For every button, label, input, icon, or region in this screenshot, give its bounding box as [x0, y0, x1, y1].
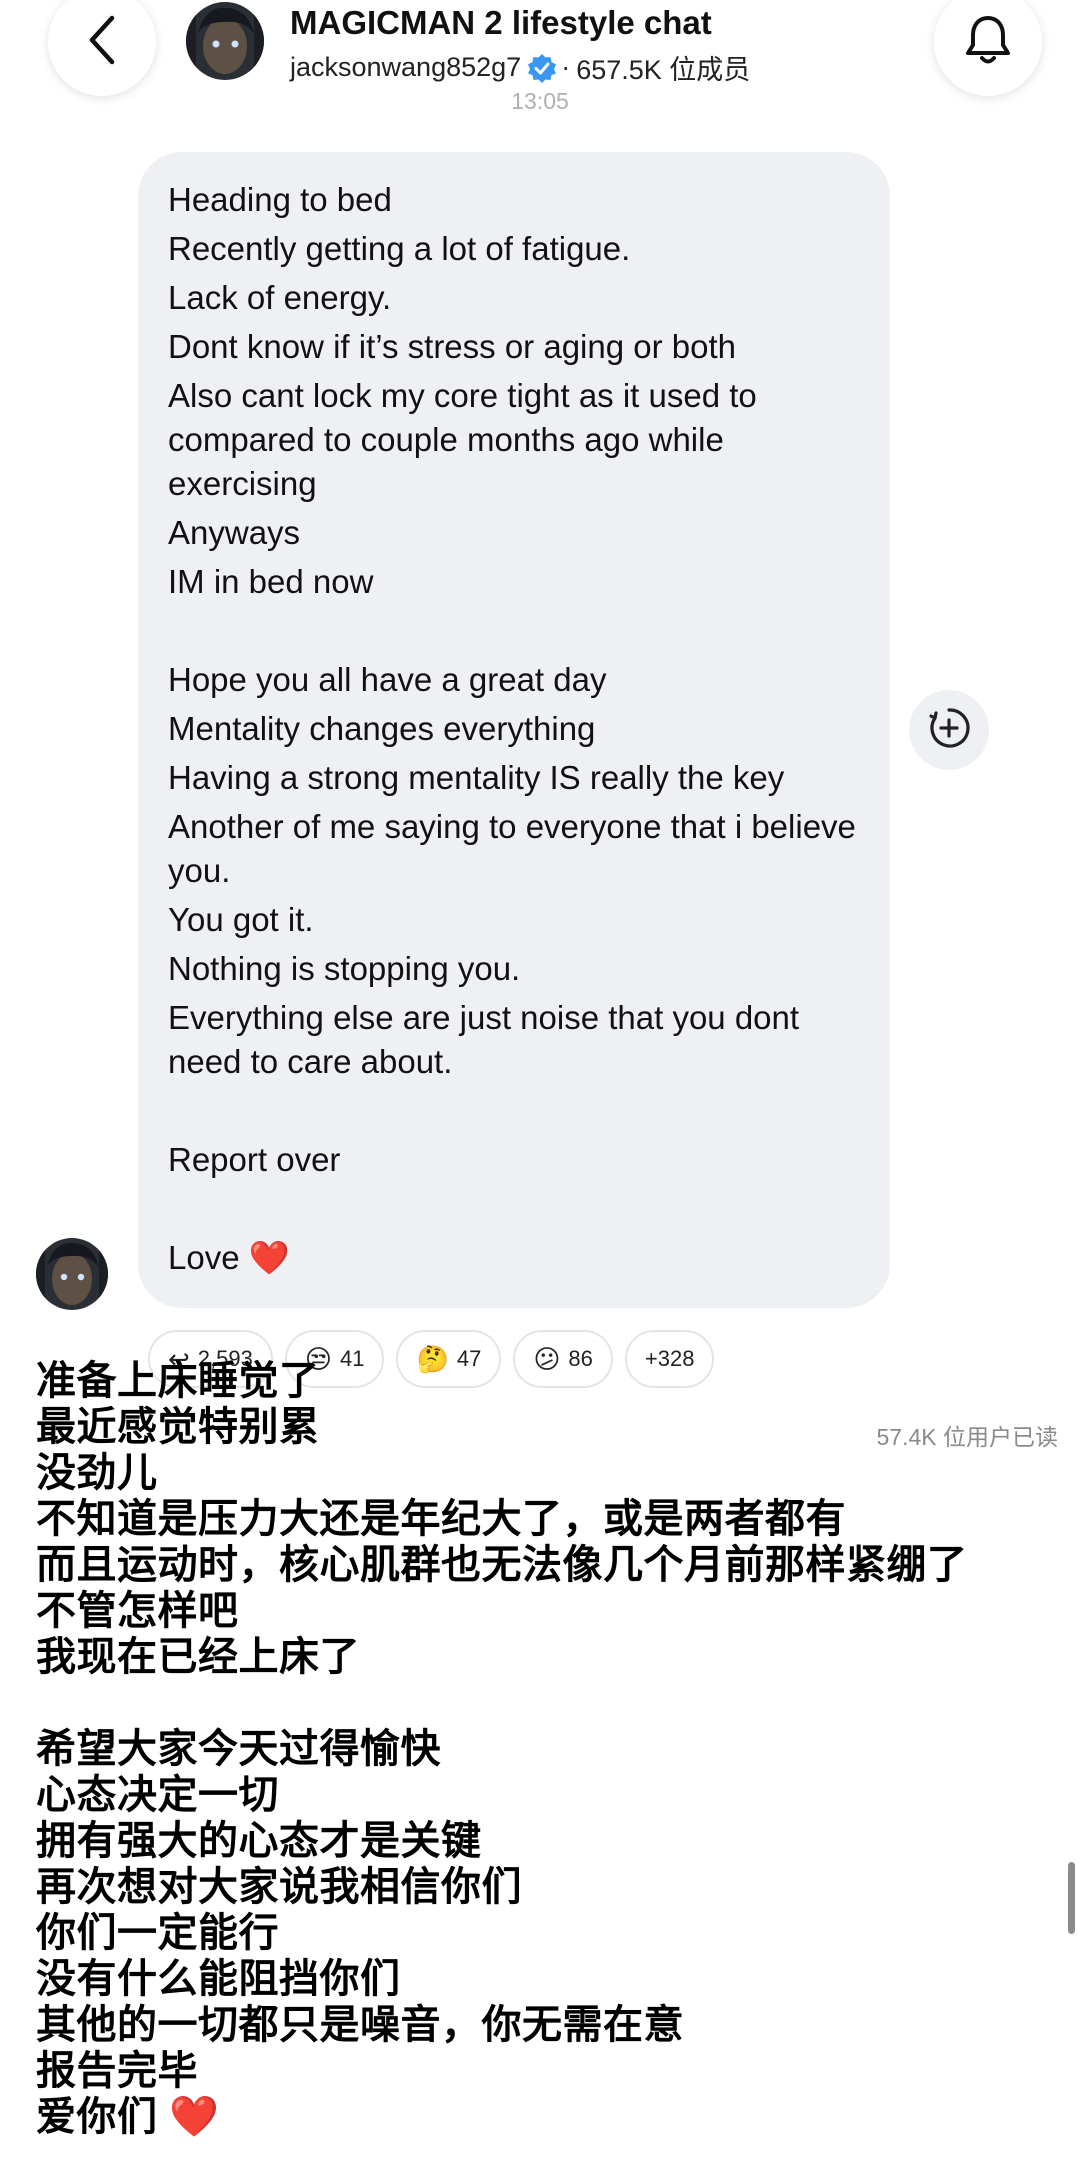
verified-badge-icon: [527, 53, 557, 83]
group-avatar[interactable]: [186, 2, 264, 80]
member-count: 657.5K 位成员: [576, 55, 751, 85]
translation-line: 再次想对大家说我相信你们: [36, 1865, 522, 1909]
translation-overlay: 准备上床睡觉了 最近感觉特别累 没劲儿 不知道是压力大还是年纪大了，或是两者都有 而且运…: [36, 1358, 1056, 2140]
message-line: Mentality changes everything: [168, 710, 596, 747]
message-line: Lack of energy.: [168, 279, 392, 316]
back-button[interactable]: [48, 0, 156, 96]
message-line: Recently getting a lot of fatigue.: [168, 230, 631, 267]
translation-line: 拥有强大的心态才是关键: [36, 1819, 482, 1863]
message-line: Anyways: [168, 514, 301, 551]
message-line: Dont know if it’s stress or aging or bot…: [168, 328, 736, 365]
translation-line: 而且运动时，核心肌群也无法像几个月前那样紧绷了: [36, 1543, 968, 1587]
sender-avatar[interactable]: [36, 1238, 108, 1310]
message-line: Heading to bed: [168, 181, 392, 218]
chat-title[interactable]: MAGICMAN 2 lifestyle chat: [290, 4, 712, 42]
message-timestamp: 13:05: [511, 88, 569, 114]
chevron-left-icon: [82, 12, 122, 73]
translation-line: 没有什么能阻挡你们: [36, 1957, 401, 2001]
message-line: Report over: [168, 1141, 341, 1178]
message-line: Hope you all have a great day: [168, 661, 607, 698]
chat-subtitle: jacksonwang852g7 · 657.5K 位成员: [290, 48, 750, 87]
message-line: Love ❤️: [168, 1239, 290, 1276]
translation-line: 不知道是压力大还是年纪大了，或是两者都有: [36, 1497, 846, 1541]
creator-username[interactable]: jacksonwang852g7: [290, 52, 521, 83]
message-line: You got it.: [168, 901, 314, 938]
message-bubble[interactable]: Heading to bed Recently getting a lot of …: [138, 152, 890, 1308]
translation-line: 没劲儿: [36, 1451, 158, 1495]
message-line: Having a strong mentality IS really the …: [168, 759, 785, 796]
translation-line: 希望大家今天过得愉快: [36, 1727, 441, 1771]
message-line: Also cant lock my core tight as it used …: [168, 377, 766, 502]
translation-line: 准备上床睡觉了: [36, 1359, 320, 1403]
translation-text: 准备上床睡觉了 最近感觉特别累 没劲儿 不知道是压力大还是年纪大了，或是两者都有 而且运…: [36, 1358, 1056, 2140]
translation-line: 最近感觉特别累: [36, 1405, 320, 1449]
translation-line: 我现在已经上床了: [36, 1635, 360, 1679]
bell-icon: [962, 12, 1014, 73]
translation-line: 其他的一切都只是噪音，你无需在意: [36, 2003, 684, 2047]
message-line: IM in bed now: [168, 563, 374, 600]
translation-line: 不管怎样吧: [36, 1589, 239, 1633]
add-circle-icon: [927, 706, 971, 755]
message-line: Another of me saying to everyone that i …: [168, 808, 866, 889]
separator-dot: ·: [561, 52, 571, 82]
translation-line: 你们一定能行: [36, 1911, 279, 1955]
share-button[interactable]: [909, 690, 989, 770]
translation-line: 心态决定一切: [36, 1773, 279, 1817]
message-line: Nothing is stopping you.: [168, 950, 521, 987]
translation-line: 爱你们 ❤️: [36, 2095, 220, 2139]
notifications-button[interactable]: [934, 0, 1042, 96]
scrollbar-thumb[interactable]: [1068, 1862, 1075, 1934]
translation-line: 报告完毕: [36, 2049, 198, 2093]
message-line: Everything else are just noise that you …: [168, 999, 809, 1080]
message-text: Heading to bed Recently getting a lot of …: [168, 178, 860, 1280]
